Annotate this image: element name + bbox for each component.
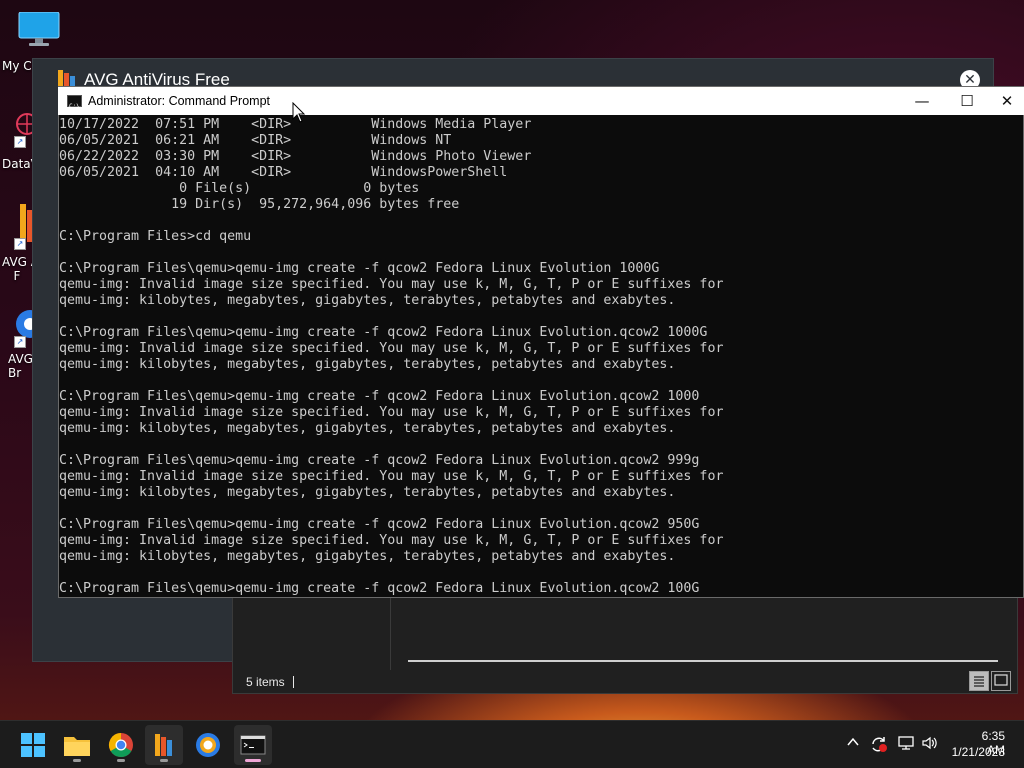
minimize-button[interactable]: — — [899, 87, 945, 115]
avg-antivirus-icon — [155, 734, 172, 756]
file-explorer-window[interactable] — [232, 596, 1018, 694]
running-indicator — [117, 759, 125, 762]
folder-icon — [64, 737, 90, 756]
close-button[interactable]: ✕ — [990, 87, 1024, 115]
volume-icon — [922, 736, 937, 750]
windows-start-icon — [21, 733, 45, 757]
taskbar-avg-antivirus-icon — [147, 728, 181, 762]
desktop-icon-my-computer[interactable] — [18, 11, 60, 48]
show-hidden-icons-button[interactable] — [846, 735, 860, 753]
tray-network[interactable] — [897, 735, 915, 755]
cmd-window-title: Administrator: Command Prompt — [88, 94, 271, 108]
explorer-pane-divider[interactable] — [390, 596, 391, 670]
details-view-icon — [974, 676, 984, 687]
command-prompt-icon: C:\ — [67, 95, 82, 110]
large-icons-view-icon — [994, 674, 1008, 686]
explorer-horizontal-scrollbar[interactable] — [408, 660, 998, 662]
maximize-button[interactable]: ☐ — [944, 87, 990, 115]
explorer-status-text: 5 items — [246, 675, 285, 689]
details-view-button[interactable] — [969, 671, 989, 691]
shortcut-arrow-icon: ↗ — [14, 336, 26, 348]
chevron-up-icon — [847, 737, 859, 746]
desktop-icon-label: My C — [2, 59, 32, 73]
desktop-icon-label: AVG Br — [8, 352, 33, 380]
tray-sync-status[interactable] — [869, 735, 889, 757]
console-output[interactable]: 10/17/2022 07:51 PM <DIR> Windows Media … — [59, 117, 1023, 597]
monitor-icon — [18, 11, 60, 46]
start-button[interactable] — [16, 728, 50, 762]
command-prompt-icon — [240, 735, 266, 755]
status-separator — [293, 676, 294, 688]
running-indicator — [160, 759, 168, 762]
clock-date[interactable]: 1/21/2023 — [950, 745, 1005, 759]
mouse-pointer-icon — [292, 102, 306, 123]
svg-text:C:\: C:\ — [69, 103, 80, 110]
taskbar-avg-secure-browser[interactable] — [191, 728, 225, 762]
active-indicator — [245, 759, 261, 762]
running-indicator — [73, 759, 81, 762]
tray-volume[interactable] — [921, 735, 939, 755]
shortcut-arrow-icon: ↗ — [14, 238, 26, 250]
chrome-icon — [108, 733, 133, 758]
sync-error-icon — [872, 737, 887, 752]
taskbar-chrome[interactable] — [104, 728, 138, 762]
large-icons-view-button[interactable] — [991, 671, 1011, 691]
network-icon — [898, 736, 914, 750]
taskbar-file-explorer[interactable] — [60, 728, 94, 762]
avg-secure-browser-icon — [196, 733, 220, 757]
shortcut-arrow-icon: ↗ — [14, 136, 26, 148]
taskbar-command-prompt-icon — [236, 728, 270, 762]
